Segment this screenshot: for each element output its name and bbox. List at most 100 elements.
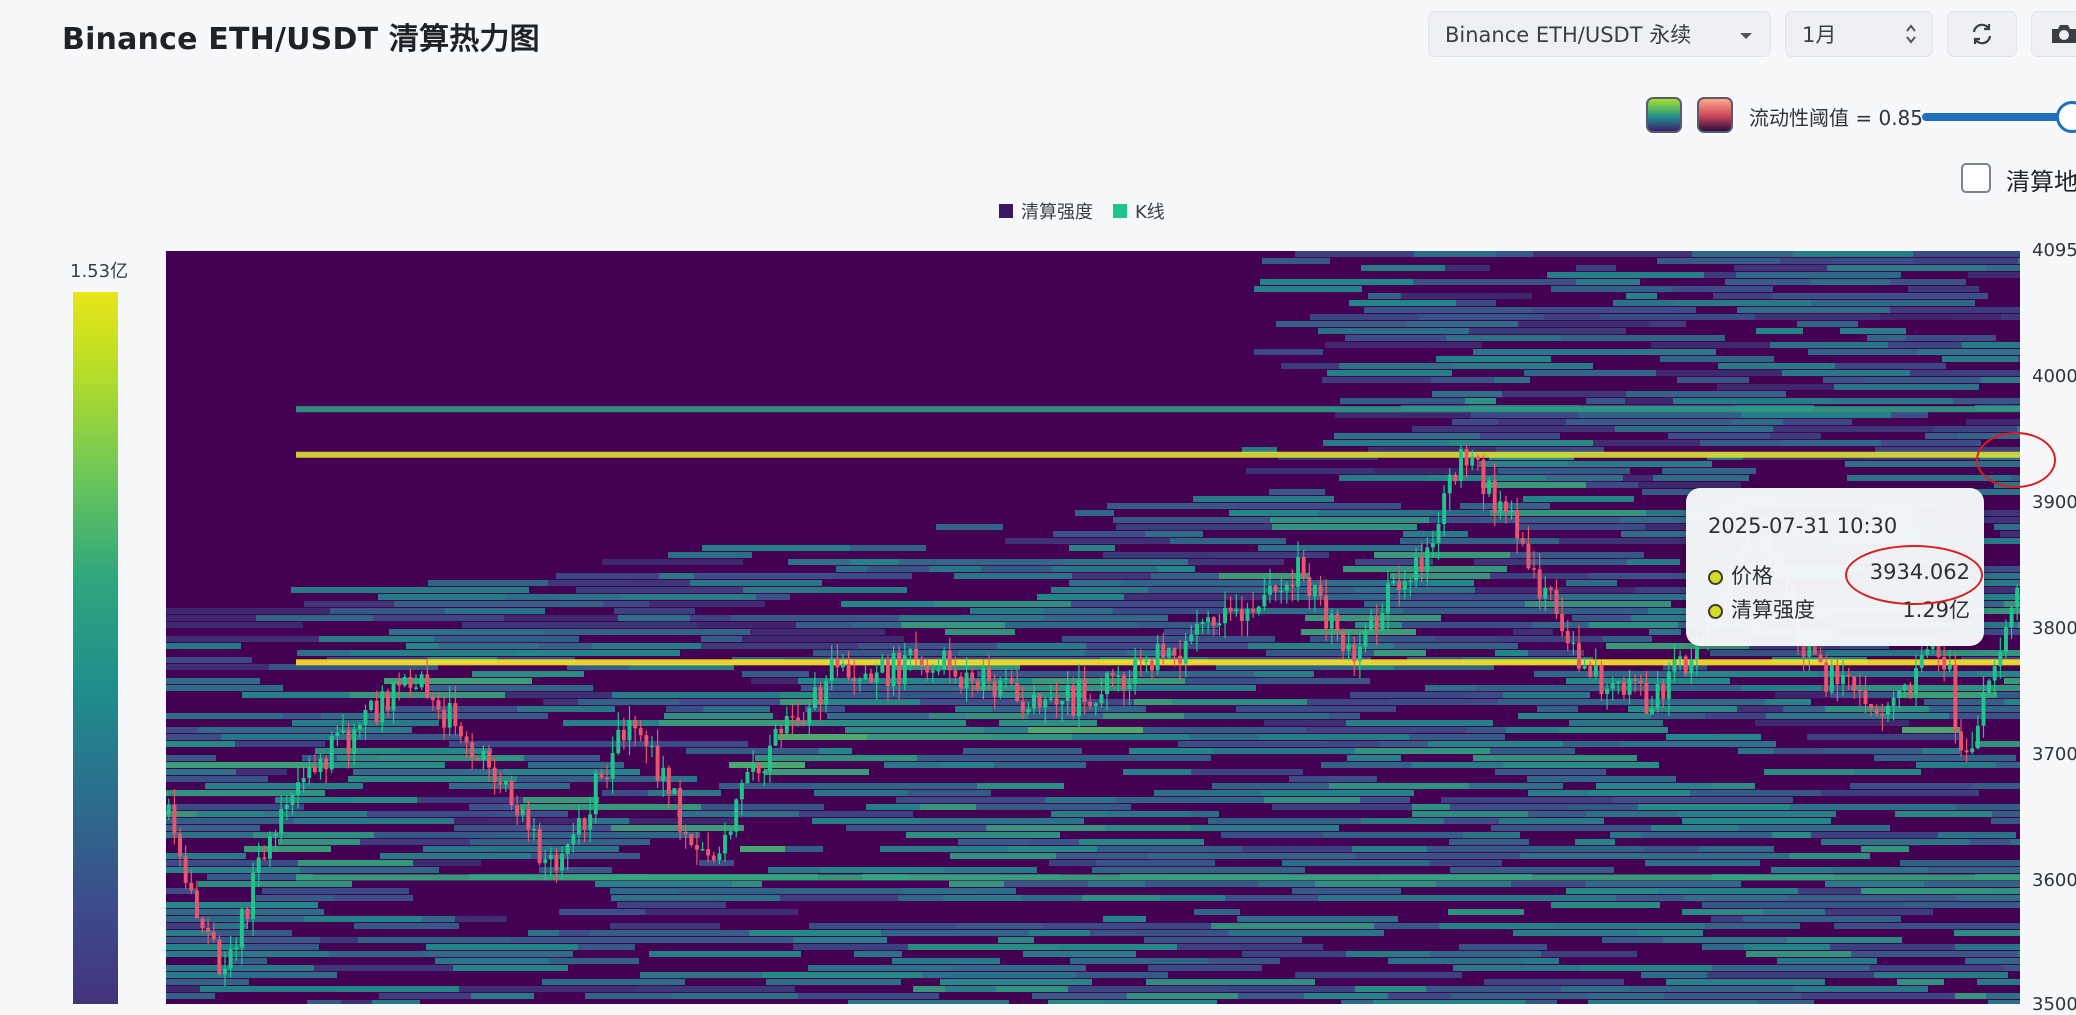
liquidation-band [1626, 391, 1786, 397]
liquidation-band [950, 853, 1056, 859]
liquidation-band [1929, 706, 2020, 712]
liquidation-band [1953, 398, 2020, 404]
candle-body [1380, 613, 1385, 630]
tooltip-row-intensity: 清算强度 1.29亿 [1708, 594, 1970, 624]
liquidation-band [1811, 300, 1975, 306]
legend-item-liquidation-intensity[interactable]: 清算强度 [999, 198, 1093, 224]
liquidation-band [1790, 804, 1956, 810]
bullet-icon [1708, 603, 1723, 619]
liquidation-band [1845, 461, 1970, 467]
candle-body [475, 758, 480, 761]
liquidation-band [505, 594, 556, 600]
liquidation-band [1355, 986, 1426, 992]
viridis-colormap-button[interactable] [1646, 97, 1682, 133]
candle-body [1481, 459, 1486, 494]
symbol-select[interactable]: Binance ETH/USDT 永续 [1428, 11, 1771, 57]
candle-body [880, 659, 885, 673]
liquidation-band [880, 846, 1008, 852]
legend-item-kline[interactable]: K线 [1113, 198, 1165, 224]
period-select[interactable]: 1月 [1785, 11, 1933, 57]
liquidation-band [1334, 433, 1480, 439]
liquidation-band [1368, 293, 1401, 299]
liquidation-band [1401, 293, 1532, 299]
liquidation-band [497, 832, 616, 838]
liquidation-band [1068, 986, 1228, 992]
liquidation-band [1402, 622, 1532, 628]
candle-body [503, 780, 508, 785]
liquidation-band [221, 734, 363, 740]
candle-body [194, 890, 199, 919]
liquidation-band [1765, 699, 1811, 705]
liquidation-band [457, 713, 548, 719]
candle-body [666, 767, 671, 794]
liquidation-band [1441, 797, 1481, 803]
candle-body [1638, 680, 1643, 683]
candle-body [1329, 614, 1334, 629]
liquidation-band [1528, 811, 1586, 817]
screenshot-button[interactable] [2031, 11, 2076, 57]
candle-body [930, 670, 935, 673]
liquidation-band [256, 615, 373, 621]
liquidation-band [1559, 538, 1700, 544]
camera-icon [2052, 25, 2076, 43]
liquidation-band [1555, 923, 1705, 929]
liquidation-band [1682, 818, 1831, 824]
liquidation-band [1817, 671, 1977, 677]
candle-body [818, 687, 823, 705]
liquidation-band [590, 930, 749, 936]
candle-body [784, 716, 789, 734]
candle-body [515, 805, 520, 816]
liquidation-band [166, 951, 329, 957]
liquidation-band [582, 629, 750, 635]
liquidation-band [1559, 727, 1668, 733]
liquidation-band [1082, 895, 1160, 901]
liquidation-band [379, 755, 524, 761]
liquidation-band [2011, 475, 2020, 481]
liquidation-band [1734, 265, 1827, 271]
candle-body [206, 928, 211, 933]
liquidation-band [548, 580, 626, 586]
candle-body [436, 700, 441, 710]
liquidation-band [846, 825, 986, 831]
candle-body [1908, 684, 1913, 694]
candle-body [1127, 684, 1132, 690]
page-title: Binance ETH/USDT 清算热力图 [62, 22, 540, 57]
slider-thumb[interactable] [2056, 101, 2076, 133]
liquidation-band [578, 944, 635, 950]
liquidation-band [1430, 860, 1502, 866]
liquidation-band [892, 958, 1000, 964]
candle-body [1043, 699, 1048, 708]
liquidation-band [1568, 804, 1638, 810]
liquidation-band [1200, 636, 1275, 642]
liquidation-band [610, 923, 720, 929]
candle-body [801, 721, 806, 725]
liquidation-band [851, 622, 901, 628]
liquidation-band [1081, 755, 1211, 761]
symbol-select-value: Binance ETH/USDT 永续 [1445, 23, 1692, 47]
liquidation-band [1425, 685, 1475, 691]
liquidity-threshold-slider[interactable] [1922, 113, 2076, 121]
liquidation-band [524, 755, 600, 761]
liquidation-band [1411, 762, 1503, 768]
liquidation-band [1411, 594, 1555, 600]
candle-body [1026, 708, 1031, 713]
liquidation-band [1602, 937, 1663, 943]
candle-body [981, 668, 986, 690]
liquidation-band [1525, 601, 1671, 607]
magma-colormap-button[interactable] [1697, 97, 1733, 133]
candle-body [1599, 665, 1604, 695]
candle-body [1099, 694, 1104, 704]
liquidation-band [1628, 706, 1737, 712]
liquidation-band [1660, 356, 1774, 362]
refresh-button[interactable] [1947, 11, 2017, 57]
liquidation-band [1600, 314, 1755, 320]
liquidation-band [321, 713, 457, 719]
liquidation-band [505, 692, 612, 698]
candle-body [1268, 586, 1272, 595]
liquidation-map-checkbox[interactable] [1961, 163, 1991, 193]
liquidation-band [1157, 566, 1195, 572]
liquidation-band [251, 881, 352, 887]
candle-body [1251, 608, 1256, 613]
liquidation-band [1496, 251, 1533, 257]
liquidation-band [1525, 1000, 1557, 1004]
